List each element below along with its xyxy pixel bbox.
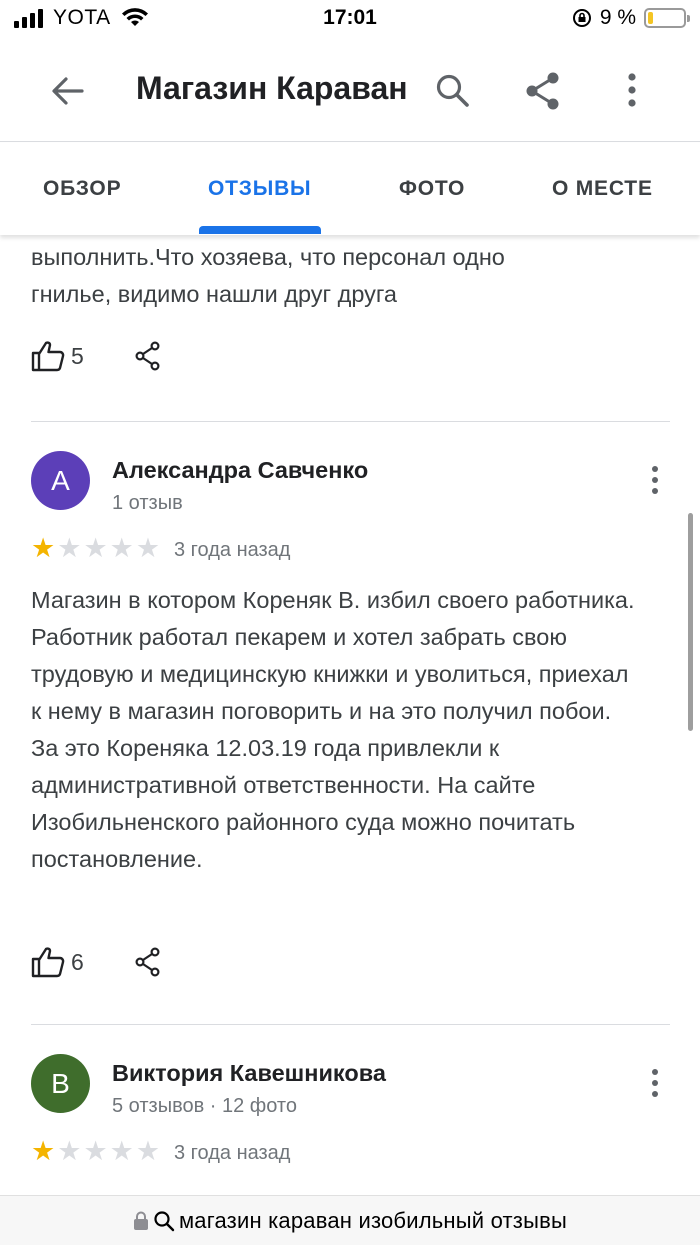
- review-text-line: выполнить.Что хозяева, что персонал одно: [31, 244, 505, 270]
- star-empty-icon: ★: [83, 533, 108, 563]
- browser-url-bar[interactable]: магазин караван изобильный отзывы: [0, 1195, 700, 1245]
- rotation-lock-icon: [572, 9, 591, 27]
- like-button[interactable]: 5: [31, 340, 84, 372]
- review-author[interactable]: Александра Савченко: [112, 457, 368, 484]
- reviews-list[interactable]: выполнить.Что хозяева, что персонал одно…: [0, 235, 700, 1195]
- review-text: Магазин в котором Кореняк В. избил своег…: [31, 587, 635, 872]
- star-empty-icon: ★: [109, 533, 134, 563]
- star-empty-icon: ★: [135, 1136, 161, 1166]
- like-count: 5: [71, 342, 84, 369]
- search-icon: [154, 1210, 175, 1231]
- battery-icon: [644, 8, 690, 28]
- status-bar: YOTA 17:01 9 %: [0, 0, 700, 40]
- share-icon[interactable]: [520, 68, 566, 114]
- star-empty-icon: ★: [57, 533, 82, 563]
- lock-icon: [133, 1211, 148, 1230]
- review-author-meta: 5 отзывов · 12 фото: [112, 1095, 297, 1117]
- tab-about[interactable]: О МЕСТЕ: [552, 177, 653, 201]
- star-empty-icon: ★: [109, 1136, 134, 1166]
- tab-photos[interactable]: ФОТО: [399, 177, 465, 201]
- thumb-up-icon: [31, 341, 65, 372]
- star-filled-icon: ★: [31, 1136, 56, 1166]
- avatar[interactable]: В: [31, 1054, 90, 1113]
- more-vert-icon[interactable]: [640, 461, 670, 501]
- tab-reviews[interactable]: ОТЗЫВЫ: [208, 177, 311, 201]
- scrollbar[interactable]: [688, 513, 693, 731]
- active-tab-indicator: [199, 226, 321, 234]
- divider: [31, 1024, 670, 1025]
- avatar[interactable]: А: [31, 451, 90, 510]
- star-empty-icon: ★: [83, 1136, 108, 1166]
- share-icon[interactable]: [134, 341, 162, 371]
- divider: [31, 421, 670, 422]
- star-filled-icon: ★: [31, 533, 56, 563]
- review-author-meta: 1 отзыв: [112, 492, 183, 514]
- review-text-partial: выполнить.Что хозяева, что персонал одно…: [31, 239, 661, 313]
- like-count: 6: [71, 948, 84, 975]
- tab-bar: ОБЗОР ОТЗЫВЫ ФОТО О МЕСТЕ: [0, 143, 700, 235]
- status-right: 9 %: [572, 6, 690, 30]
- place-title: Магазин Караван: [136, 70, 408, 106]
- review-actions: 5: [31, 340, 162, 372]
- like-button[interactable]: 6: [31, 946, 84, 978]
- battery-fill: [648, 12, 653, 24]
- share-icon[interactable]: [134, 947, 162, 977]
- search-icon[interactable]: [430, 68, 476, 114]
- app-bar: Магазин Караван: [0, 40, 700, 142]
- star-rating: ★ ★ ★ ★ ★: [31, 535, 160, 562]
- review-actions: 6: [31, 946, 162, 978]
- battery-percent: 9 %: [599, 6, 636, 29]
- star-rating: ★ ★ ★ ★ ★: [31, 1138, 160, 1165]
- more-vert-icon[interactable]: [612, 68, 652, 114]
- arrow-left-icon[interactable]: [44, 68, 90, 114]
- tab-overview[interactable]: ОБЗОР: [43, 177, 121, 201]
- star-empty-icon: ★: [57, 1136, 82, 1166]
- review-text-line: гнилье, видимо нашли друг друга: [31, 281, 397, 307]
- review-date: 3 года назад: [174, 1142, 291, 1164]
- star-empty-icon: ★: [135, 533, 161, 563]
- review-author[interactable]: Виктория Кавешникова: [112, 1060, 386, 1087]
- more-vert-icon[interactable]: [640, 1064, 670, 1104]
- url-text: магазин караван изобильный отзывы: [178, 1207, 568, 1233]
- thumb-up-icon: [31, 947, 65, 978]
- review-date: 3 года назад: [174, 539, 291, 561]
